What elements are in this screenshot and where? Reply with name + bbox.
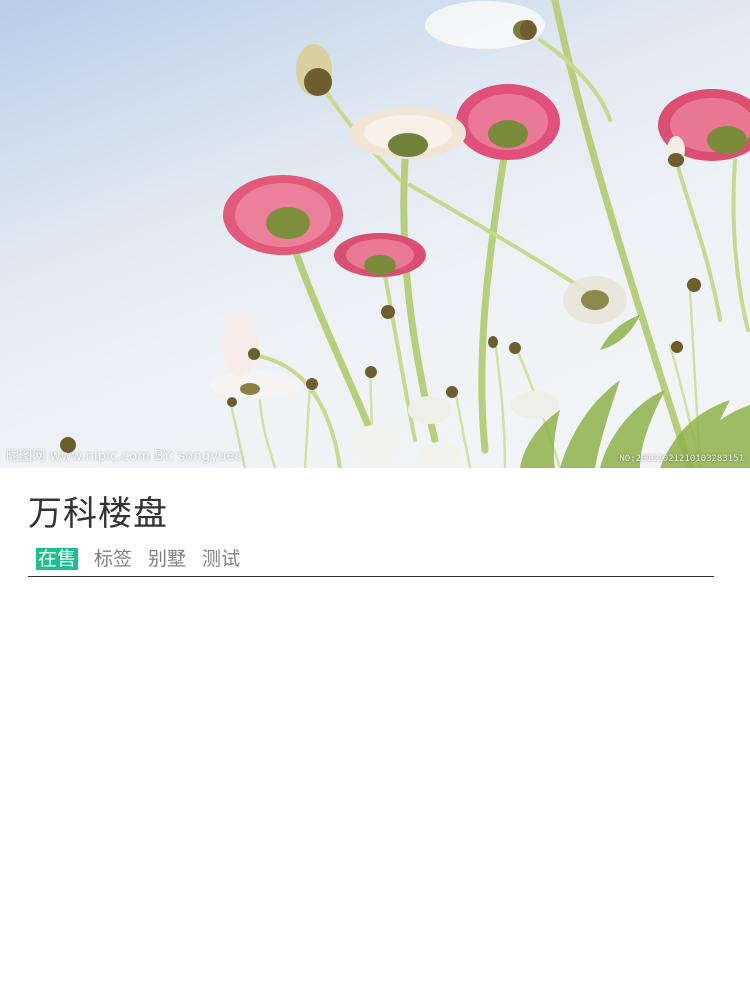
watermark-right: NO:20111021210103283151 xyxy=(619,454,744,464)
hero-image: 昵图网 www.nipic.com BY: songyuec NO:201110… xyxy=(0,0,750,468)
tag-item: 标签 xyxy=(94,548,133,570)
tag-item: 别墅 xyxy=(148,548,187,570)
listing-title: 万科楼盘 xyxy=(28,494,168,534)
flowers-photo xyxy=(60,0,750,468)
tag-row: 在售 标签 别墅 测试 xyxy=(28,548,714,577)
listing-info: 万科楼盘 在售 标签 别墅 测试 xyxy=(0,468,750,577)
watermark-left: 昵图网 www.nipic.com BY: songyuec xyxy=(6,449,243,464)
tag-item: 测试 xyxy=(202,548,241,570)
status-badge: 在售 xyxy=(36,548,79,570)
